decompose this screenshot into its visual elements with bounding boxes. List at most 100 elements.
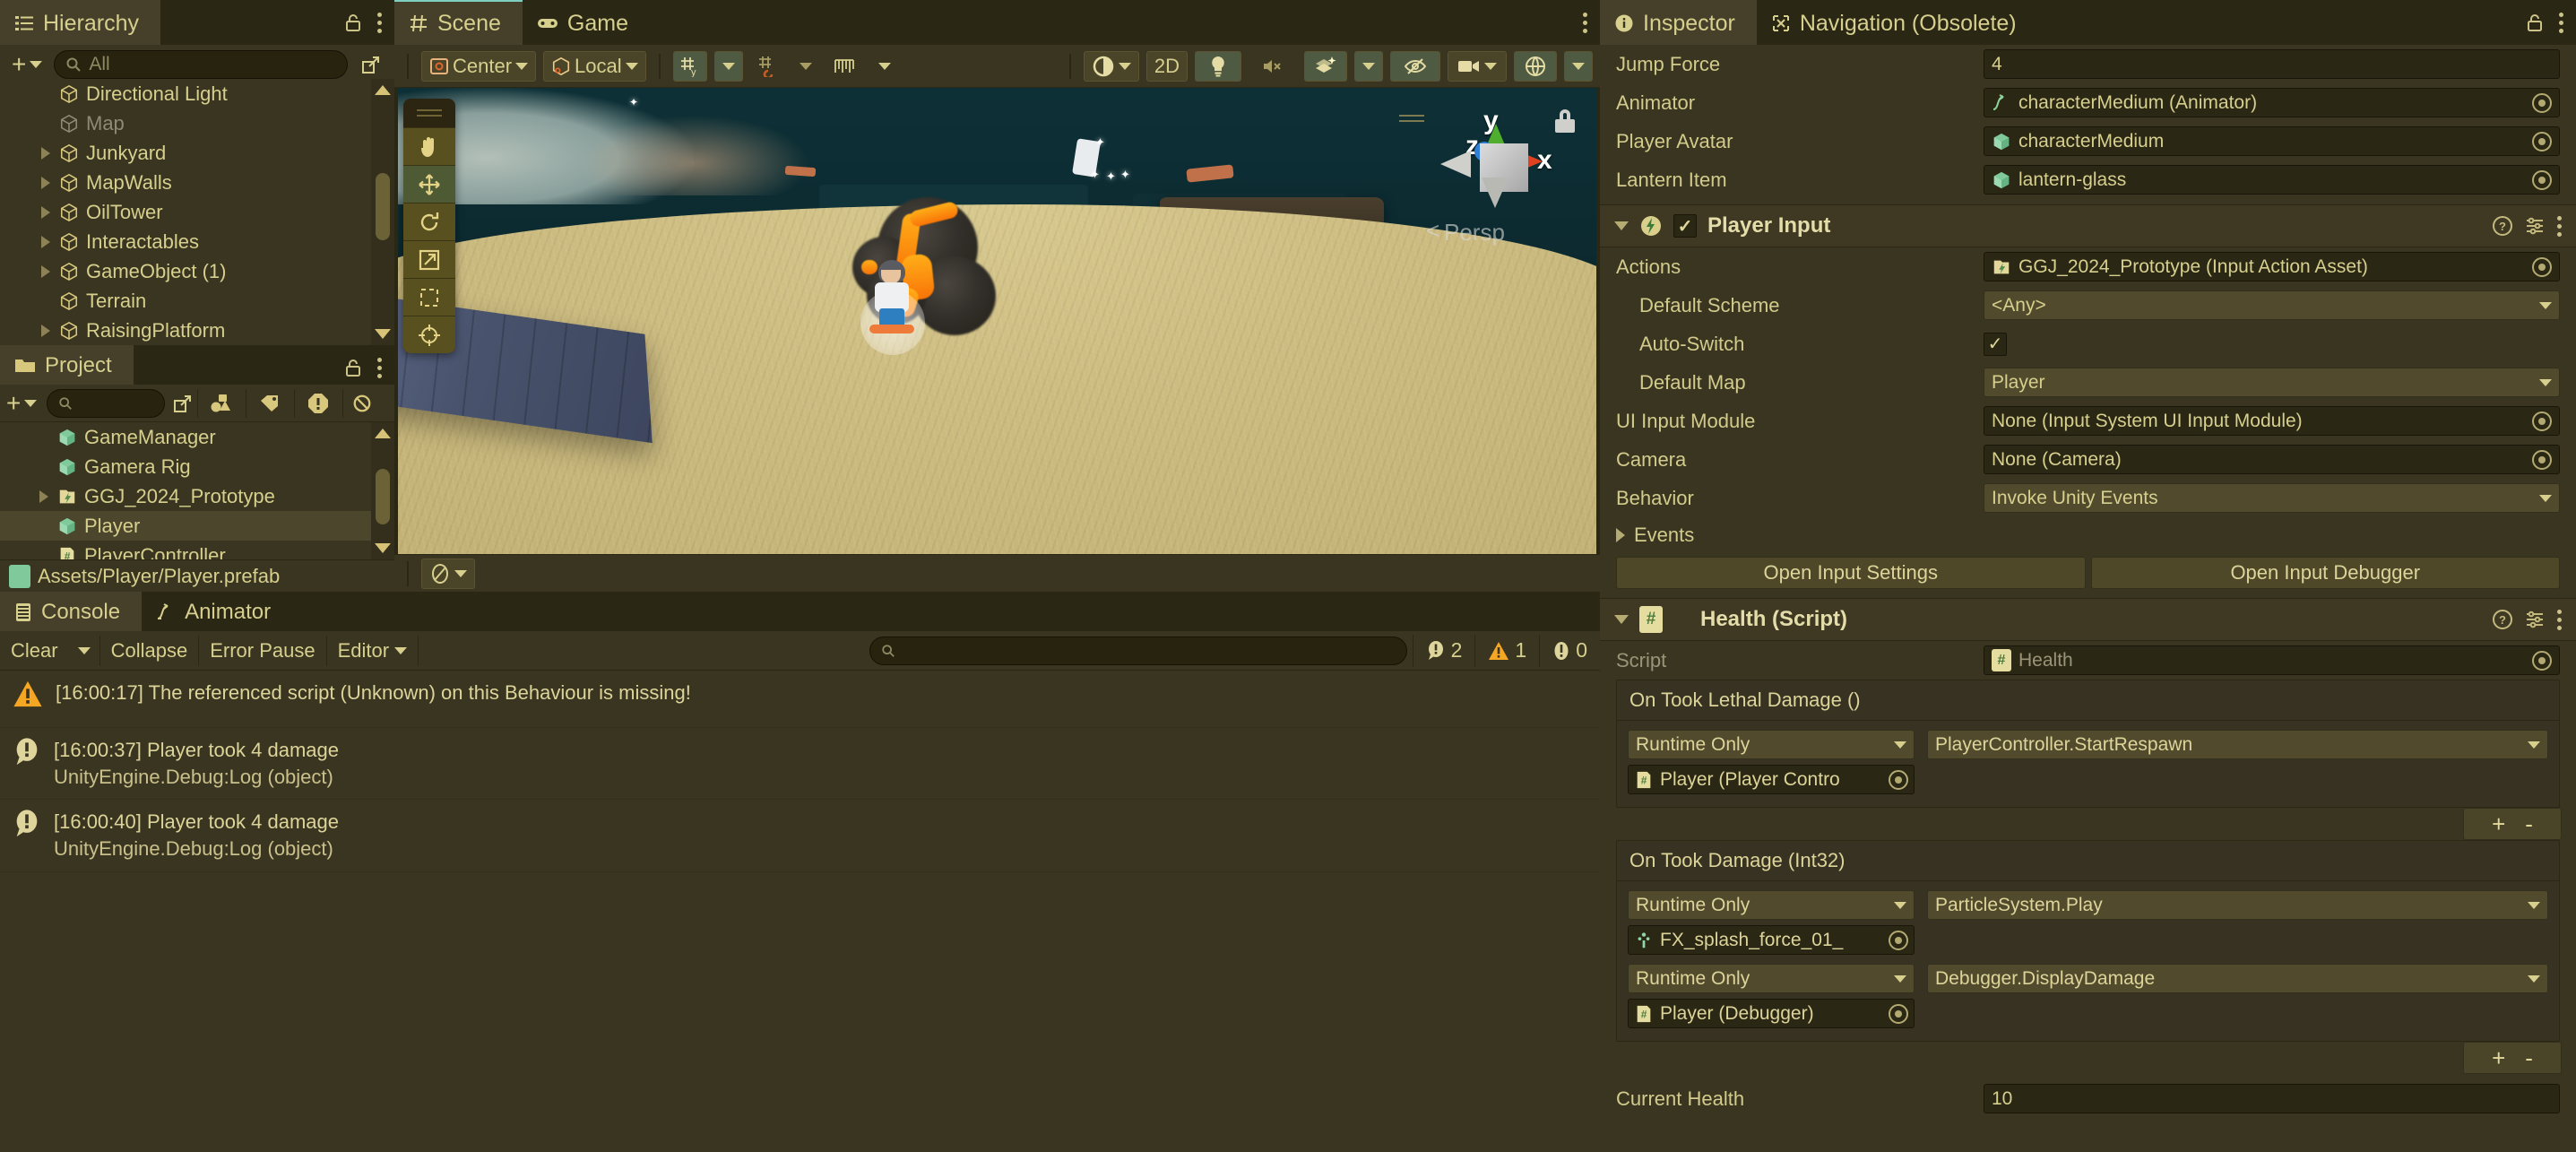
hierarchy-add-button[interactable]: + xyxy=(7,49,47,80)
console-editor-dropdown[interactable]: Editor xyxy=(327,635,419,666)
project-popout-button[interactable] xyxy=(169,388,197,419)
player-input-enabled-checkbox[interactable]: ✓ xyxy=(1673,214,1697,238)
inspector-field-value[interactable]: lantern-glass xyxy=(1984,165,2560,195)
console-error-pause-toggle[interactable]: Error Pause xyxy=(199,635,327,666)
component-header-player-input[interactable]: ✓ Player Input ? xyxy=(1600,204,2576,247)
move-tool-icon[interactable] xyxy=(403,165,455,203)
event-target-object-field[interactable]: FX_splash_force_01_ xyxy=(1628,925,1915,955)
expand-arrow-icon[interactable] xyxy=(41,264,50,278)
object-picker-icon[interactable] xyxy=(2532,256,2552,277)
event-add-remove-buttons[interactable]: + - xyxy=(2463,808,2562,840)
open-input-settings-button[interactable]: Open Input Settings xyxy=(1616,557,2086,589)
grid-axis-dropdown[interactable] xyxy=(713,50,743,82)
expand-arrow-icon[interactable] xyxy=(39,489,48,503)
project-item[interactable]: GGJ_2024_Prototype xyxy=(0,481,394,511)
event-remove-button[interactable]: - xyxy=(2525,810,2533,838)
tab-scene[interactable]: Scene xyxy=(394,0,523,45)
pivot-mode-button[interactable]: Center xyxy=(421,50,537,82)
hierarchy-popout-button[interactable] xyxy=(355,49,387,80)
event-method-dropdown[interactable]: Debugger.DisplayDamage xyxy=(1927,964,2548,993)
console-log-count[interactable]: 2 xyxy=(1412,634,1475,667)
inspector-field-value[interactable]: characterMedium xyxy=(1984,126,2560,156)
console-log-list[interactable]: [16:00:17] The referenced script (Unknow… xyxy=(0,671,1600,1152)
event-add-remove-buttons[interactable]: + - xyxy=(2463,1042,2562,1074)
preset-icon[interactable] xyxy=(2524,215,2546,237)
inspector-field-value[interactable]: None (Camera) xyxy=(1984,445,2560,474)
hierarchy-item[interactable]: Interactables xyxy=(0,227,394,256)
tag-icon[interactable] xyxy=(246,387,294,419)
space-mode-button[interactable]: Local xyxy=(543,50,646,82)
gizmo-cone-nx[interactable] xyxy=(1440,151,1471,178)
hierarchy-scrollbar[interactable] xyxy=(371,79,394,345)
object-picker-icon[interactable] xyxy=(1889,1003,1908,1024)
expand-arrow-icon[interactable] xyxy=(41,235,50,248)
gizmos-dropdown[interactable] xyxy=(1564,50,1593,82)
tab-hierarchy[interactable]: Hierarchy xyxy=(0,0,160,45)
gizmo-perspective-label[interactable]: Persp xyxy=(1444,219,1505,247)
console-search-input[interactable] xyxy=(869,636,1407,665)
hierarchy-scroll-thumb[interactable] xyxy=(376,173,390,240)
grid-snap-dropdown[interactable] xyxy=(791,51,820,82)
no-sign-icon[interactable] xyxy=(342,387,382,419)
event-add-button[interactable]: + xyxy=(2492,810,2505,838)
event-add-button[interactable]: + xyxy=(2492,1044,2505,1072)
tab-console[interactable]: Console xyxy=(0,592,143,631)
inspector-field-value[interactable]: GGJ_2024_Prototype (Input Action Asset) xyxy=(1984,252,2560,282)
hierarchy-item[interactable]: OilTower xyxy=(0,197,394,227)
expand-arrow-icon[interactable] xyxy=(41,176,50,189)
hierarchy-item[interactable]: Map xyxy=(0,108,394,138)
project-item[interactable]: # PlayerController xyxy=(0,541,394,559)
hand-tool-icon[interactable] xyxy=(403,127,455,165)
gizmo-perspective-arrow[interactable]: < xyxy=(1426,217,1439,245)
scene-camera-button[interactable] xyxy=(1448,50,1507,82)
scroll-up-icon[interactable] xyxy=(375,429,391,438)
tab-navigation[interactable]: Navigation (Obsolete) xyxy=(1757,0,2038,45)
tab-inspector[interactable]: Inspector xyxy=(1600,0,1757,45)
lock-icon[interactable] xyxy=(2526,13,2544,32)
audio-toggle-button[interactable] xyxy=(1249,51,1297,82)
project-tree[interactable]: GameManager Gamera Rig GGJ_2024_Prototype P… xyxy=(0,422,394,559)
chevron-down-icon[interactable] xyxy=(1614,615,1629,624)
chevron-right-icon[interactable] xyxy=(1616,528,1625,542)
console-clear-button[interactable]: Clear xyxy=(0,636,69,666)
object-picker-icon[interactable] xyxy=(2532,650,2552,671)
scene-menu-icon[interactable] xyxy=(1582,12,1587,33)
console-error-count[interactable]: 0 xyxy=(1539,634,1600,667)
object-picker-icon[interactable] xyxy=(2532,411,2552,431)
object-picker-icon[interactable] xyxy=(2532,449,2552,470)
hierarchy-item[interactable]: Terrain xyxy=(0,286,394,316)
object-picker-icon[interactable] xyxy=(1889,930,1908,950)
shading-mode-button[interactable] xyxy=(1083,50,1139,82)
grid-snap-button[interactable] xyxy=(750,51,784,82)
ruler-button[interactable] xyxy=(827,51,863,82)
open-input-debugger-button[interactable]: Open Input Debugger xyxy=(2090,557,2560,589)
event-mode-dropdown[interactable]: Runtime Only xyxy=(1628,730,1915,759)
hierarchy-item[interactable]: GameObject (1) xyxy=(0,256,394,286)
object-picker-icon[interactable] xyxy=(2532,131,2552,152)
console-collapse-toggle[interactable]: Collapse xyxy=(100,635,200,666)
hierarchy-search-input[interactable]: All xyxy=(54,49,348,79)
tab-game[interactable]: Game xyxy=(523,0,650,45)
tab-project[interactable]: Project xyxy=(0,345,134,385)
hierarchy-item[interactable]: Directional Light xyxy=(0,79,394,108)
inspector-menu-icon[interactable] xyxy=(2558,12,2563,33)
tool-palette-grip[interactable] xyxy=(403,99,455,127)
hierarchy-item[interactable]: RaisingPlatform xyxy=(0,316,394,345)
hierarchy-item[interactable]: MapWalls xyxy=(0,168,394,197)
inspector-field-value[interactable]: characterMedium (Animator) xyxy=(1984,88,2560,117)
scale-tool-icon[interactable] xyxy=(403,240,455,278)
scroll-up-icon[interactable] xyxy=(375,85,391,95)
console-log-entry[interactable]: [16:00:37] Player took 4 damage UnityEngi… xyxy=(0,728,1600,801)
inspector-field-value[interactable]: Invoke Unity Events xyxy=(1984,483,2560,513)
project-item[interactable]: Player xyxy=(0,511,394,541)
project-scroll-thumb[interactable] xyxy=(376,469,390,524)
inspector-field-value[interactable]: Player xyxy=(1984,368,2560,397)
project-search-input[interactable] xyxy=(47,388,166,418)
warning-octagon-icon[interactable] xyxy=(294,387,342,419)
event-remove-button[interactable]: - xyxy=(2525,1044,2533,1072)
component-menu-icon[interactable] xyxy=(2556,609,2562,630)
expand-arrow-icon[interactable] xyxy=(41,324,50,337)
event-mode-dropdown[interactable]: Runtime Only xyxy=(1628,890,1915,920)
project-menu-icon[interactable] xyxy=(376,357,382,378)
no-effects-button[interactable] xyxy=(421,558,475,589)
